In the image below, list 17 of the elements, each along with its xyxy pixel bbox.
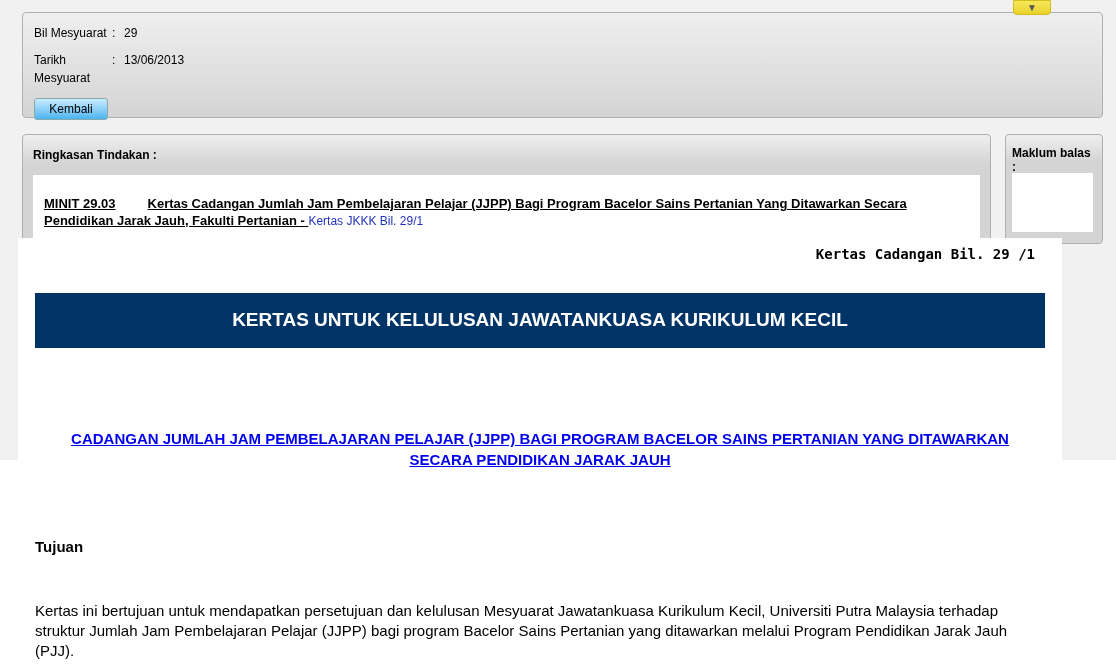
document-heading-link[interactable]: CADANGAN JUMLAH JAM PEMBELAJARAN PELAJAR (JJPP) BAGI PROGRAM BACELOR SAINS PERTANIAN YANG DITAWARKAN SECARA PENDIDIKAN JARAK JAUH <box>40 428 1040 470</box>
panel-title: Maklum balas : <box>1012 146 1092 174</box>
colon-separator: : <box>112 52 117 69</box>
field-value: 29 <box>124 25 138 42</box>
field-label: Bil Mesyuarat <box>34 25 108 42</box>
section-title: Tujuan <box>35 537 85 557</box>
colon-separator: : <box>112 25 117 42</box>
toggle-tab[interactable]: ▼ <box>1013 0 1051 15</box>
paper-link[interactable]: Kertas JKKK Bil. 29/1 <box>308 214 424 228</box>
field-value: 13/06/2013 <box>124 52 185 69</box>
purpose-paragraph: Kertas ini bertujuan untuk mendapatkan persetujuan dan kelulusan Mesyuarat Jawatankuasa Kurikulum Kecil, Universiti Putra Malaysia terhadap struktur Jumlah Jam Pembelajaran Pelajar (JJPP) bagi program Bacelor Sains Pertanian yang ditawarkan melalui Program Pendidikan Jarak Jauh (PJJ). <box>35 600 1009 661</box>
back-button[interactable]: Kembali <box>34 98 108 120</box>
field-label: Tarikh Mesyuarat <box>34 52 92 87</box>
panel-title: Ringkasan Tindakan : <box>33 147 158 164</box>
title-banner: KERTAS UNTUK KELULUSAN JAWATANKUASA KURIKULUM KECIL <box>35 293 1045 348</box>
minute-entry: MINIT 29.03 Kertas Cadangan Jumlah Jam Pembelajaran Pelajar (JJPP) Bagi Program Bacelor Sains Pertanian Yang Ditawarkan Secara Pendidikan Jarak Jauh, Fakulti Pertanian - Kertas JKKK Bil. 29/1 <box>44 195 908 230</box>
reference-text: Kertas Cadangan Bil. 29 /1 <box>815 245 1035 264</box>
